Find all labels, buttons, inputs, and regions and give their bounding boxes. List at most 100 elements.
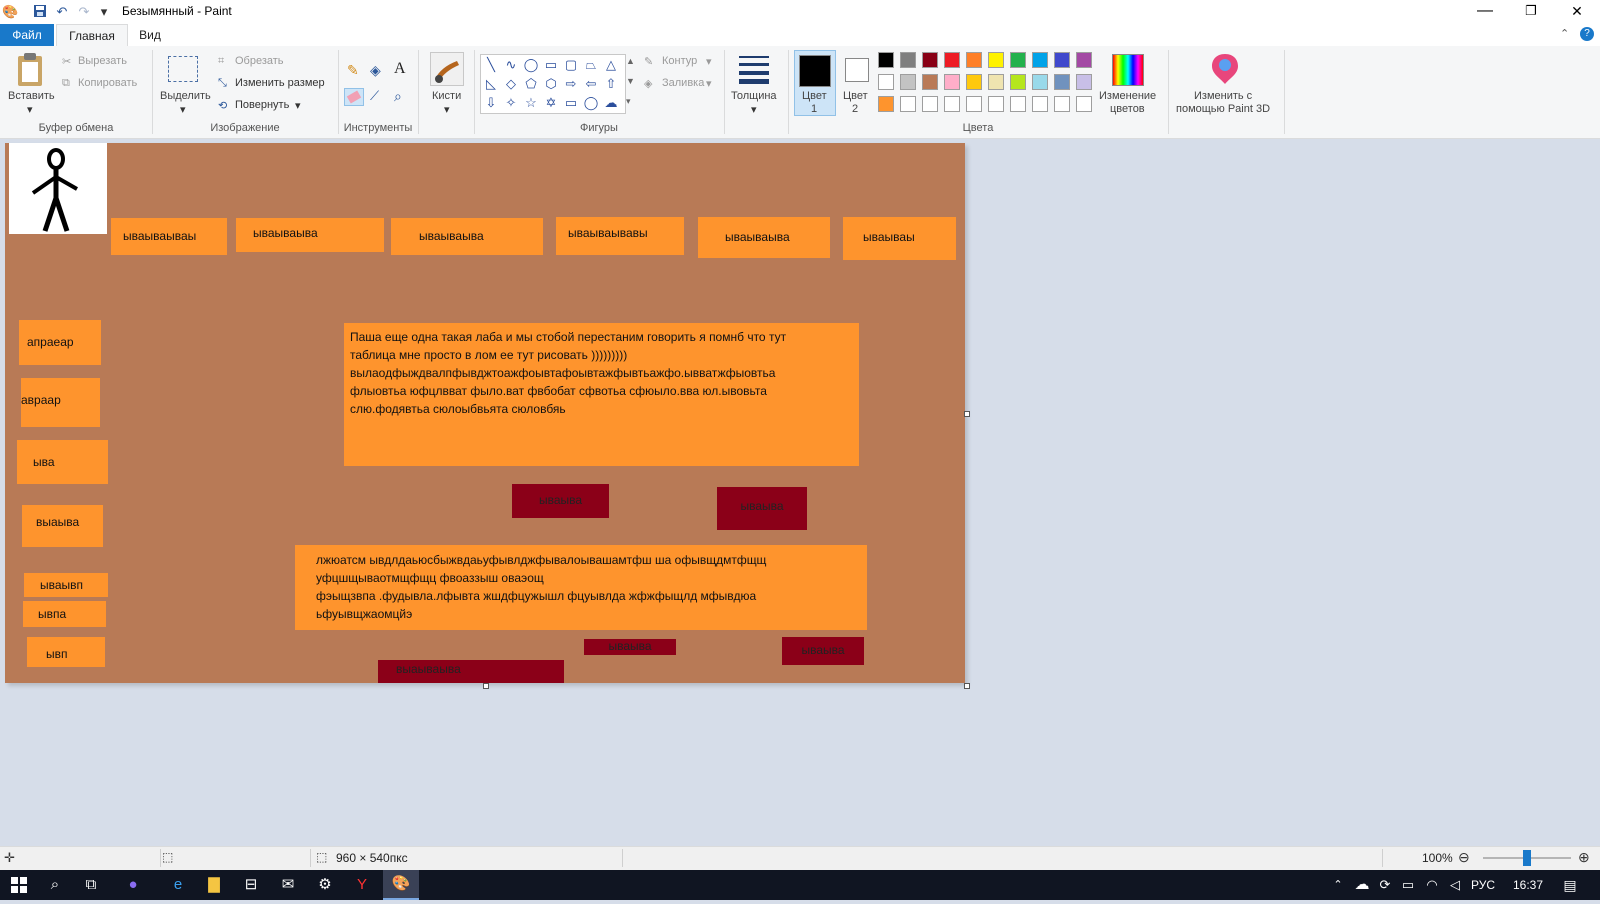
edge-browser-icon[interactable]: e	[163, 870, 193, 900]
windows-start-icon[interactable]	[4, 870, 34, 900]
paint3d-icon[interactable]	[1210, 52, 1240, 86]
redo-icon[interactable]: ↷	[76, 4, 92, 20]
eraser-icon[interactable]	[344, 88, 364, 106]
canvas-resize-handle-right[interactable]	[964, 411, 970, 417]
zoom-in-button[interactable]: ⊕	[1578, 849, 1590, 866]
thickness-icon[interactable]	[737, 54, 771, 84]
hexagon-shape-icon[interactable]: ⬡	[543, 76, 559, 92]
up-arrow-shape-icon[interactable]: ⇧	[603, 76, 619, 92]
brushes-button[interactable]: Кисти	[432, 90, 461, 102]
alice-assistant-icon[interactable]: ●	[118, 870, 148, 900]
palette-swatch[interactable]	[1076, 96, 1092, 112]
brush-icon[interactable]	[430, 52, 464, 86]
volume-icon[interactable]: ◁	[1440, 870, 1470, 900]
right-triangle-shape-icon[interactable]: ◺	[483, 76, 499, 92]
palette-swatch[interactable]	[988, 52, 1004, 68]
paint-app-icon[interactable]: 🎨	[2, 4, 18, 20]
yandex-browser-icon[interactable]: Y	[347, 870, 377, 900]
palette-swatch[interactable]	[944, 96, 960, 112]
fill-dropdown-icon[interactable]: ▾	[706, 77, 712, 90]
canvas-resize-handle-bottom[interactable]	[483, 683, 489, 689]
select-button[interactable]: Выделить	[160, 90, 211, 102]
save-icon[interactable]	[32, 4, 48, 20]
palette-swatch[interactable]	[1032, 74, 1048, 90]
palette-swatch[interactable]	[1032, 52, 1048, 68]
customize-quick-access-icon[interactable]: ▾	[96, 4, 112, 20]
palette-swatch[interactable]	[1010, 74, 1026, 90]
brushes-dropdown-icon[interactable]: ▾	[444, 103, 450, 116]
four-point-star-shape-icon[interactable]: ✧	[503, 95, 519, 111]
palette-swatch[interactable]	[944, 52, 960, 68]
copy-button[interactable]: Копировать	[78, 77, 137, 89]
left-arrow-shape-icon[interactable]: ⇦	[583, 76, 599, 92]
tab-view[interactable]: Вид	[128, 24, 172, 46]
minimize-button[interactable]: —	[1462, 0, 1508, 24]
clipboard-icon[interactable]	[14, 52, 46, 88]
resize-button[interactable]: Изменить размер	[235, 77, 325, 89]
palette-swatch[interactable]	[1032, 96, 1048, 112]
palette-swatch[interactable]	[922, 74, 938, 90]
palette-swatch[interactable]	[1010, 52, 1026, 68]
palette-swatch[interactable]	[900, 74, 916, 90]
palette-swatch[interactable]	[988, 74, 1004, 90]
cut-button[interactable]: Вырезать	[78, 55, 127, 67]
rounded-rectangle-shape-icon[interactable]: ▢	[563, 57, 579, 73]
notifications-icon[interactable]: ▤	[1555, 870, 1585, 900]
restore-button[interactable]: ❐	[1508, 0, 1554, 24]
select-dropdown-icon[interactable]: ▾	[180, 103, 186, 116]
paint3d-button[interactable]: Изменить с	[1194, 90, 1252, 102]
magnifier-icon[interactable]: ⌕	[394, 88, 410, 104]
color-picker-icon[interactable]: ⟋	[370, 88, 386, 104]
steam-icon[interactable]: ⚙	[310, 870, 340, 900]
palette-swatch[interactable]	[1010, 96, 1026, 112]
palette-swatch[interactable]	[1076, 74, 1092, 90]
select-icon[interactable]	[168, 56, 198, 82]
pencil-icon[interactable]: ✎	[347, 62, 363, 78]
search-icon[interactable]: ⌕	[40, 870, 70, 900]
outline-dropdown-icon[interactable]: ▾	[706, 55, 712, 68]
palette-swatch[interactable]	[1054, 96, 1070, 112]
edit-colors-button[interactable]: Изменение	[1099, 90, 1156, 102]
tab-file[interactable]: Файл	[0, 24, 54, 46]
drawing-canvas[interactable]: ываываываы ываываыва ываываыва ываываыва…	[5, 143, 965, 683]
palette-swatch[interactable]	[922, 96, 938, 112]
rectangle-shape-icon[interactable]: ▭	[543, 57, 559, 73]
file-explorer-icon[interactable]: ▇	[199, 870, 229, 900]
task-view-icon[interactable]: ⧉	[76, 870, 106, 900]
pentagon-shape-icon[interactable]: ⬠	[523, 76, 539, 92]
palette-swatch[interactable]	[966, 74, 982, 90]
rotate-button[interactable]: Повернуть	[235, 99, 289, 111]
palette-swatch[interactable]	[944, 74, 960, 90]
curve-shape-icon[interactable]: ∿	[503, 57, 519, 73]
rotate-dropdown-icon[interactable]: ▾	[295, 99, 301, 112]
crop-button[interactable]: Обрезать	[235, 55, 284, 67]
fill-button[interactable]: Заливка	[662, 77, 704, 89]
tab-home[interactable]: Главная	[56, 24, 128, 47]
text-tool-icon[interactable]: A	[394, 60, 410, 78]
thickness-button[interactable]: Толщина	[731, 90, 777, 102]
store-icon[interactable]: ⊟	[236, 870, 266, 900]
palette-swatch[interactable]	[1076, 52, 1092, 68]
help-icon[interactable]: ?	[1580, 27, 1594, 41]
palette-swatch[interactable]	[878, 74, 894, 90]
palette-swatch[interactable]	[1054, 52, 1070, 68]
input-language-label[interactable]: РУС	[1471, 878, 1495, 892]
clock-time[interactable]: 16:37	[1513, 878, 1543, 892]
palette-swatch[interactable]	[966, 96, 982, 112]
shapes-scroll-up-icon[interactable]: ▲	[626, 56, 635, 66]
five-point-star-shape-icon[interactable]: ☆	[523, 95, 539, 111]
undo-icon[interactable]: ↶	[54, 4, 70, 20]
palette-swatch[interactable]	[878, 52, 894, 68]
palette-swatch[interactable]	[966, 52, 982, 68]
close-button[interactable]: ✕	[1554, 0, 1600, 24]
thickness-dropdown-icon[interactable]: ▾	[751, 103, 757, 116]
oval-callout-shape-icon[interactable]: ◯	[583, 95, 599, 111]
zoom-out-button[interactable]: ⊖	[1458, 849, 1470, 866]
six-point-star-shape-icon[interactable]: ✡	[543, 95, 559, 111]
shapes-scroll-down-icon[interactable]: ▼	[626, 76, 635, 86]
palette-swatch[interactable]	[900, 52, 916, 68]
down-arrow-shape-icon[interactable]: ⇩	[483, 95, 499, 111]
canvas-resize-handle-corner[interactable]	[964, 683, 970, 689]
edit-colors-icon[interactable]	[1112, 54, 1144, 86]
mail-icon[interactable]: ✉	[273, 870, 303, 900]
